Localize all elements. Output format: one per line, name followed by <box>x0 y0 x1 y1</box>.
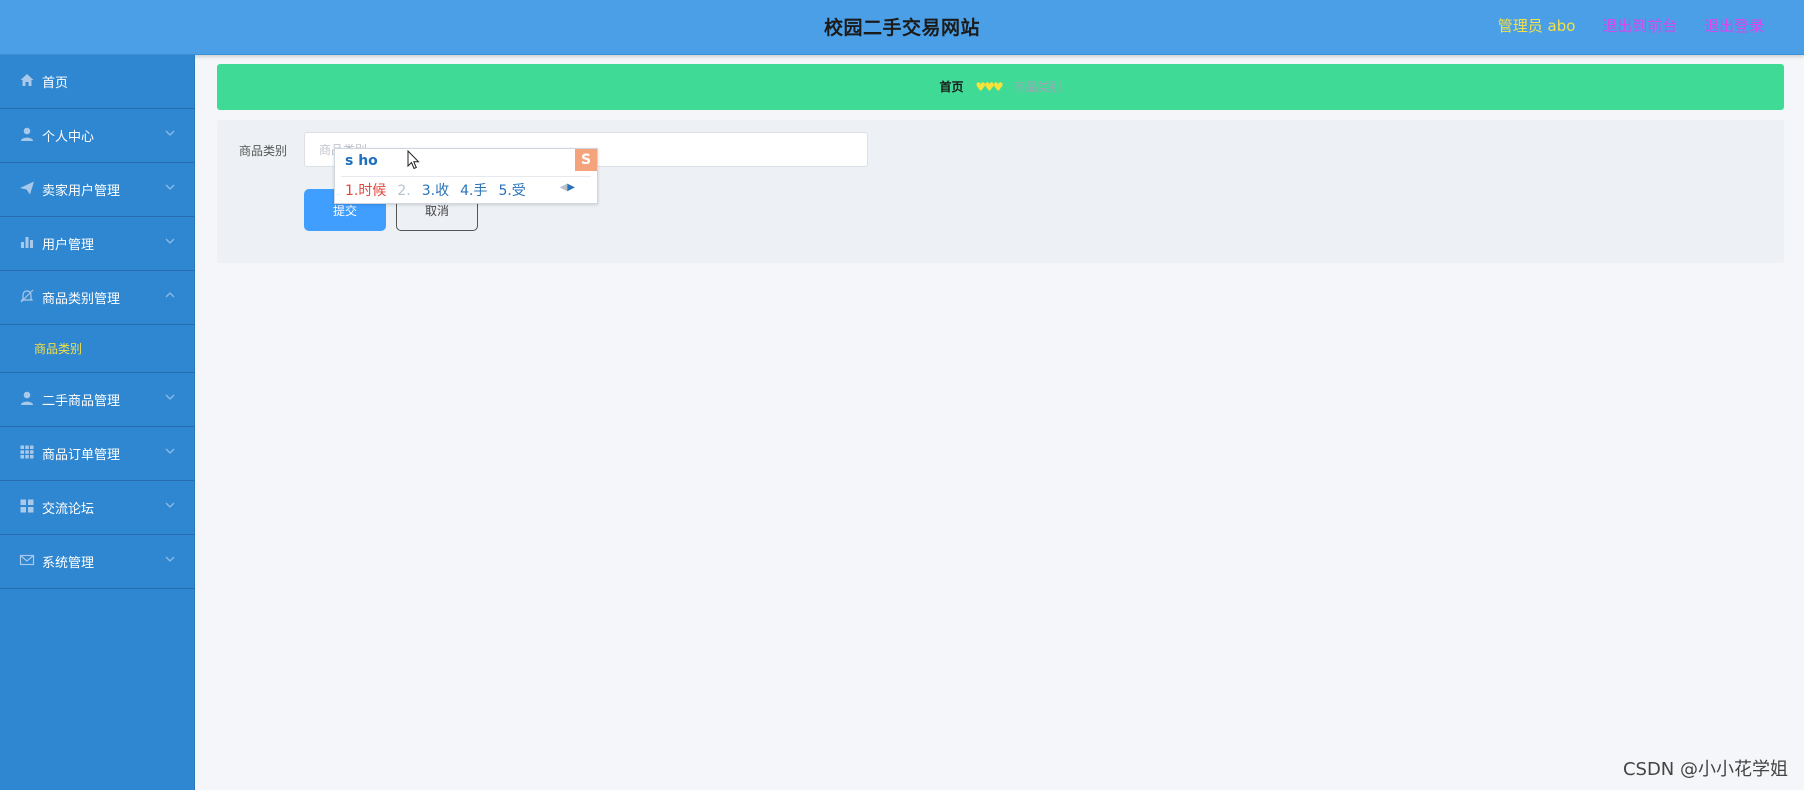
apps-icon <box>20 499 34 513</box>
sidebar-item-label: 卖家用户管理 <box>42 184 121 199</box>
breadcrumb-heart-separator: ♥♥♥ <box>975 80 1003 94</box>
bell-off-icon <box>20 289 34 303</box>
chevron-down-icon <box>165 130 175 136</box>
back-to-front-link[interactable]: 退出到前台 <box>1602 17 1677 35</box>
chevron-down-icon <box>165 394 175 400</box>
watermark: CSDN @小小花学姐 <box>1622 759 1788 780</box>
mouse-pointer-icon <box>407 150 420 170</box>
ime-candidate-window: s ho S 1.时候 2. 3.收 4.手 5.受 ◀▶ <box>334 148 598 204</box>
breadcrumb: 首页 ♥♥♥ 商品类别 <box>217 64 1784 110</box>
sidebar-submenu-category: 商品类别 <box>0 325 194 373</box>
sidebar-item-label: 交流论坛 <box>42 502 95 517</box>
home-icon <box>20 74 34 86</box>
header-actions: 管理员 abo 退出到前台 退出登录 <box>1476 15 1764 36</box>
sidebar-item-home[interactable]: 首页 <box>0 55 194 109</box>
top-header: 校园二手交易网站 管理员 abo 退出到前台 退出登录 <box>0 0 1804 55</box>
user-icon <box>21 391 33 405</box>
sidebar-item-label: 用户管理 <box>42 238 95 253</box>
chevron-down-icon <box>165 502 175 508</box>
sogou-logo-icon[interactable]: S <box>575 149 597 171</box>
category-field-label: 商品类别 <box>239 144 288 158</box>
user-icon <box>21 127 33 141</box>
sidebar-item-label: 商品类别管理 <box>42 292 121 307</box>
chevron-down-icon <box>165 184 175 190</box>
sidebar-item-label: 个人中心 <box>42 130 95 145</box>
chevron-up-icon <box>165 292 175 298</box>
ime-candidate[interactable]: 1.时候 <box>345 183 386 199</box>
ime-candidate-list: 1.时候 2. 3.收 4.手 5.受 <box>345 180 537 200</box>
sidebar-item-system[interactable]: 系统管理 <box>0 535 194 589</box>
ime-candidate[interactable]: 3.收 <box>422 183 449 199</box>
sidebar: 首页 个人中心 卖家用户管理 用户管理 商品类别管理 商品类别 二手商品管理 商… <box>0 55 195 790</box>
ime-divider <box>341 176 591 177</box>
grid-icon <box>20 445 34 459</box>
chevron-down-icon <box>165 238 175 244</box>
admin-user-label: 管理员 abo <box>1497 17 1576 35</box>
sidebar-item-label: 首页 <box>42 76 69 91</box>
mail-icon <box>19 554 35 566</box>
sidebar-item-personal-center[interactable]: 个人中心 <box>0 109 194 163</box>
bar-chart-icon <box>21 237 33 248</box>
ime-candidate[interactable]: 2. <box>397 183 410 199</box>
sidebar-subitem-category[interactable]: 商品类别 <box>34 340 82 357</box>
breadcrumb-home[interactable]: 首页 <box>940 80 964 94</box>
ime-candidate[interactable]: 5.受 <box>498 183 525 199</box>
logout-link[interactable]: 退出登录 <box>1704 17 1764 35</box>
sidebar-item-label: 系统管理 <box>42 556 95 571</box>
sidebar-item-second-hand-goods[interactable]: 二手商品管理 <box>0 373 194 427</box>
sidebar-item-label: 商品订单管理 <box>42 448 121 463</box>
sidebar-item-users[interactable]: 用户管理 <box>0 217 194 271</box>
chevron-down-icon <box>165 448 175 454</box>
ime-candidate[interactable]: 4.手 <box>460 183 487 199</box>
ime-composition: s ho <box>345 153 378 169</box>
paper-plane-icon <box>20 181 34 195</box>
sidebar-item-forum[interactable]: 交流论坛 <box>0 481 194 535</box>
breadcrumb-current: 商品类别 <box>1013 80 1062 94</box>
sidebar-item-category-management[interactable]: 商品类别管理 <box>0 271 194 325</box>
sidebar-item-label: 二手商品管理 <box>42 394 121 409</box>
sidebar-item-orders[interactable]: 商品订单管理 <box>0 427 194 481</box>
sidebar-item-seller-users[interactable]: 卖家用户管理 <box>0 163 194 217</box>
ime-page-arrows[interactable]: ◀▶ <box>560 182 575 193</box>
ime-next-icon[interactable]: ▶ <box>567 182 575 193</box>
chevron-down-icon <box>165 556 175 562</box>
